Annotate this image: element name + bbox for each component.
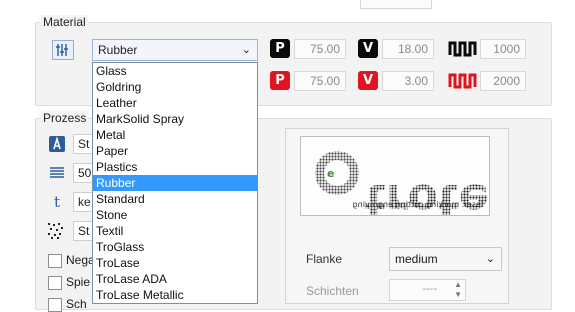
power-icon: P <box>270 39 290 58</box>
material-option[interactable]: MarkSolid Spray <box>93 111 257 127</box>
process-legend: Prozess <box>41 111 89 125</box>
frequency-field-1[interactable]: 1000 <box>480 39 526 59</box>
mirror-checkbox[interactable] <box>48 276 62 290</box>
svg-text:e: e <box>327 167 334 180</box>
velocity-field-2[interactable]: 3.00 <box>382 71 434 91</box>
power-icon: P <box>270 71 290 90</box>
velocity-icon: V <box>358 39 378 58</box>
material-options: Glass Goldring Leather MarkSolid Spray Metal… <box>93 63 257 303</box>
material-option[interactable]: Plastics <box>93 159 257 175</box>
material-option[interactable]: Textil <box>93 223 257 239</box>
spinner-down-icon[interactable]: ▼ <box>454 290 462 299</box>
material-option[interactable]: Goldring <box>93 79 257 95</box>
spinner-up-icon[interactable]: ▲ <box>454 280 462 289</box>
material-option[interactable]: Leather <box>93 95 257 111</box>
material-legend: Material <box>41 15 88 29</box>
chevron-down-icon: ⌄ <box>241 44 251 56</box>
material-option[interactable]: Standard <box>93 191 257 207</box>
power-field-2[interactable]: 75.00 <box>294 71 346 91</box>
material-option[interactable]: Stone <box>93 207 257 223</box>
material-option[interactable]: TroLase Metallic <box>93 287 257 303</box>
dither-icon <box>47 222 63 239</box>
negative-checkbox[interactable] <box>48 254 62 268</box>
frequency-field-2[interactable]: 2000 <box>480 71 526 91</box>
mirror-label: Spie <box>66 275 91 289</box>
flanke-select-value: medium <box>395 252 438 266</box>
material-option[interactable]: Metal <box>93 127 257 143</box>
material-select[interactable]: Rubber ⌄ <box>92 39 258 61</box>
material-option[interactable]: TroLase ADA <box>93 271 257 287</box>
trotec-logo-image: e trotec laser. marking cutting engravin… <box>300 136 515 225</box>
material-option[interactable]: Glass <box>93 63 257 79</box>
top-partial-field <box>360 0 432 9</box>
schichten-spinner[interactable]: ---- ▲ ▼ <box>389 279 466 301</box>
text-icon: t <box>53 193 61 211</box>
schichten-label: Schichten <box>306 284 359 298</box>
flanke-select[interactable]: medium ⌄ <box>389 247 502 271</box>
third-label: Sch <box>66 297 87 311</box>
material-dropdown-list[interactable]: Glass Goldring Leather MarkSolid Spray Metal… <box>92 62 258 304</box>
power-field-1[interactable]: 75.00 <box>294 39 346 59</box>
velocity-field-1[interactable]: 18.00 <box>382 39 434 59</box>
font-icon <box>49 136 65 152</box>
negative-label: Nega <box>66 253 95 267</box>
material-option[interactable]: Paper <box>93 143 257 159</box>
lines-icon <box>49 165 65 181</box>
material-option[interactable]: TroLase <box>93 255 257 271</box>
third-checkbox[interactable] <box>48 298 62 312</box>
svg-text:laser. marking cutting engravi: laser. marking cutting engraving <box>353 200 483 209</box>
chevron-down-icon: ⌄ <box>485 253 495 265</box>
velocity-icon: V <box>358 71 378 90</box>
material-settings-icon[interactable] <box>52 40 74 60</box>
schichten-value: ---- <box>422 283 437 295</box>
material-select-value: Rubber <box>98 43 138 57</box>
flanke-label: Flanke <box>306 252 343 266</box>
frequency-icon <box>448 39 478 58</box>
frequency-icon <box>448 71 478 90</box>
material-option[interactable]: Rubber <box>93 175 257 191</box>
material-option[interactable]: TroGlass <box>93 239 257 255</box>
